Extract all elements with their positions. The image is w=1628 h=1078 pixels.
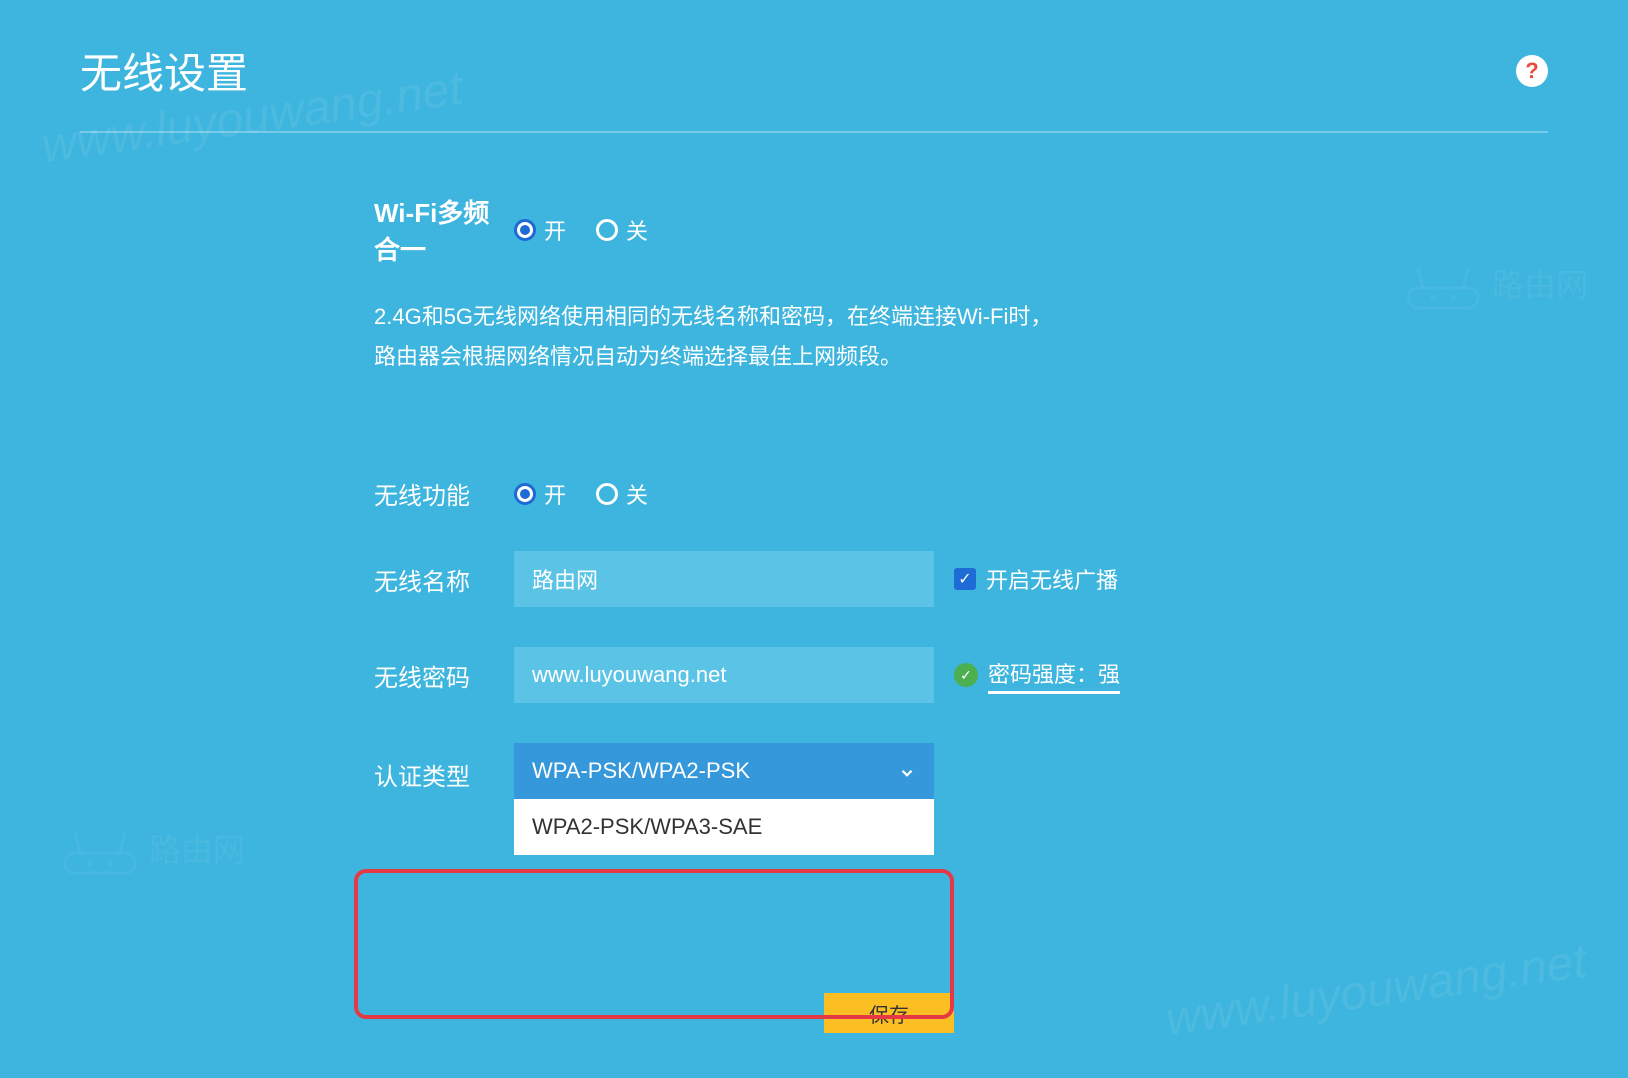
ssid-row: 无线名称 ✓ 开启无线广播 (374, 551, 1254, 607)
radio-label: 关 (626, 214, 648, 246)
wireless-settings-form: Wi-Fi多频合一 开 关 2.4G和5G无线网络使用相同的无线名称和密码，在终… (374, 193, 1254, 895)
auth-dropdown-selected[interactable]: WPA-PSK/WPA2-PSK (514, 743, 934, 799)
check-icon: ✓ (954, 663, 978, 687)
help-icon[interactable]: ? (1516, 55, 1548, 87)
radio-icon (514, 483, 536, 505)
multiband-label: Wi-Fi多频合一 (374, 193, 514, 267)
wireless-off-radio[interactable]: 关 (596, 478, 648, 510)
wireless-function-label: 无线功能 (374, 476, 514, 511)
multiband-on-radio[interactable]: 开 (514, 214, 566, 246)
ssid-label: 无线名称 (374, 562, 514, 597)
radio-label: 开 (544, 478, 566, 510)
password-input[interactable] (514, 647, 934, 703)
auth-selected-label: WPA-PSK/WPA2-PSK (532, 758, 750, 784)
password-strength: 密码强度：强 (988, 657, 1120, 694)
auth-type-dropdown[interactable]: WPA-PSK/WPA2-PSK WPA2-PSK/WPA3-SAE (514, 743, 934, 855)
password-row: 无线密码 ✓ 密码强度：强 (374, 647, 1254, 703)
auth-label: 认证类型 (374, 743, 514, 792)
password-label: 无线密码 (374, 658, 514, 693)
radio-icon (596, 483, 618, 505)
multiband-off-radio[interactable]: 关 (596, 214, 648, 246)
auth-type-row: 认证类型 WPA-PSK/WPA2-PSK WPA2-PSK/WPA3-SAE (374, 743, 1254, 855)
broadcast-checkbox[interactable]: ✓ (954, 568, 976, 590)
multiband-description: 2.4G和5G无线网络使用相同的无线名称和密码，在终端连接Wi-Fi时， 路由器… (374, 297, 1254, 376)
chevron-down-icon (898, 762, 916, 780)
ssid-input[interactable] (514, 551, 934, 607)
auth-dropdown-option[interactable]: WPA2-PSK/WPA3-SAE (514, 799, 934, 855)
save-button[interactable]: 保存 (824, 993, 954, 1033)
wireless-on-radio[interactable]: 开 (514, 478, 566, 510)
page-header: 无线设置 ? (80, 40, 1548, 133)
broadcast-label: 开启无线广播 (986, 563, 1118, 595)
radio-icon (596, 219, 618, 241)
wireless-function-row: 无线功能 开 关 (374, 476, 1254, 511)
radio-label: 关 (626, 478, 648, 510)
radio-icon (514, 219, 536, 241)
watermark-url: www.luyouwang.net (1162, 934, 1590, 1048)
page-title: 无线设置 (80, 40, 248, 101)
radio-label: 开 (544, 214, 566, 246)
multiband-row: Wi-Fi多频合一 开 关 (374, 193, 1254, 267)
